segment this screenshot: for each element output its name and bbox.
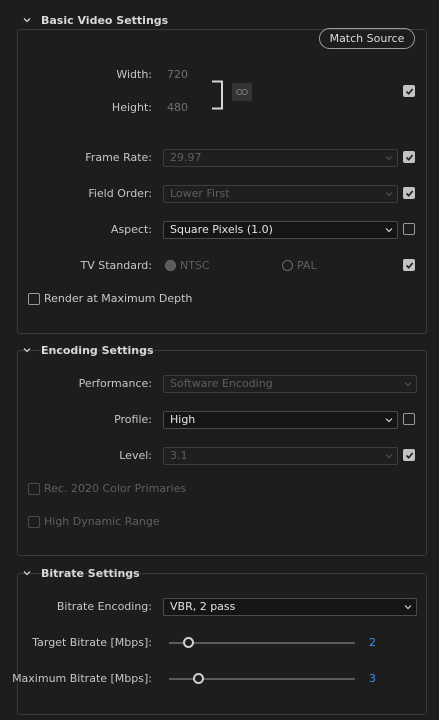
- chevron-down-icon[interactable]: [22, 345, 32, 355]
- target-bitrate-slider-handle[interactable]: [183, 637, 194, 648]
- field-order-select[interactable]: Lower First: [163, 185, 398, 203]
- chevron-down-icon[interactable]: [22, 568, 32, 578]
- pal-label: PAL: [297, 259, 317, 272]
- chevron-down-icon[interactable]: [22, 15, 32, 25]
- field-order-value: Lower First: [170, 187, 230, 200]
- tv-standard-label: TV Standard:: [80, 259, 153, 272]
- field-order-label: Field Order:: [88, 187, 152, 200]
- performance-label: Performance:: [78, 377, 152, 390]
- checkmark-icon: [405, 154, 414, 161]
- hdr-label: High Dynamic Range: [44, 515, 160, 528]
- checkmark-icon: [405, 452, 414, 459]
- performance-select[interactable]: Software Encoding: [163, 375, 417, 393]
- encoding-settings-header[interactable]: Encoding Settings: [0, 340, 439, 362]
- section-title: Basic Video Settings: [41, 14, 169, 27]
- checkmark-icon: [405, 190, 414, 197]
- target-bitrate-value[interactable]: 2: [369, 636, 376, 649]
- aspect-label: Aspect:: [110, 223, 152, 236]
- checkmark-icon: [405, 262, 414, 269]
- max-bitrate-label: Maximum Bitrate [Mbps]:: [12, 672, 152, 685]
- section-title: Encoding Settings: [41, 344, 154, 357]
- chevron-down-icon: [404, 382, 412, 387]
- link-dimensions-button[interactable]: [232, 83, 252, 101]
- frame-rate-label: Frame Rate:: [85, 151, 152, 164]
- bitrate-encoding-label: Bitrate Encoding:: [56, 600, 152, 613]
- profile-value: High: [170, 413, 196, 426]
- field-order-checkbox[interactable]: [403, 187, 415, 199]
- frame-rate-value: 29.97: [170, 151, 202, 164]
- level-value: 3.1: [170, 449, 188, 462]
- link-chain-icon: [236, 88, 248, 96]
- max-bitrate-slider-handle[interactable]: [193, 673, 204, 684]
- render-max-depth-checkbox[interactable]: [28, 293, 40, 305]
- pal-radio[interactable]: [282, 260, 293, 271]
- ntsc-radio[interactable]: [165, 260, 176, 271]
- chevron-down-icon: [385, 454, 393, 459]
- target-bitrate-label: Target Bitrate [Mbps]:: [32, 636, 152, 649]
- profile-checkbox[interactable]: [403, 413, 415, 425]
- level-checkbox[interactable]: [403, 449, 415, 461]
- bitrate-encoding-value: VBR, 2 pass: [170, 600, 236, 613]
- aspect-value: Square Pixels (1.0): [170, 223, 273, 236]
- ntsc-label: NTSC: [180, 259, 210, 272]
- hdr-checkbox[interactable]: [28, 516, 40, 528]
- profile-select[interactable]: High: [163, 411, 398, 429]
- level-select[interactable]: 3.1: [163, 447, 398, 465]
- aspect-checkbox[interactable]: [403, 223, 415, 235]
- section-title: Bitrate Settings: [41, 567, 140, 580]
- rec2020-checkbox[interactable]: [28, 483, 40, 495]
- chevron-down-icon: [404, 605, 412, 610]
- chevron-down-icon: [385, 192, 393, 197]
- width-value[interactable]: 720: [167, 68, 188, 81]
- frame-rate-select[interactable]: 29.97: [163, 149, 398, 167]
- bitrate-encoding-select[interactable]: VBR, 2 pass: [163, 598, 417, 616]
- profile-label: Profile:: [114, 413, 152, 426]
- chevron-down-icon: [385, 418, 393, 423]
- match-source-button[interactable]: Match Source: [319, 28, 415, 49]
- aspect-select[interactable]: Square Pixels (1.0): [163, 221, 398, 239]
- target-bitrate-slider-track[interactable]: [169, 642, 355, 644]
- dimensions-checkbox[interactable]: [403, 85, 415, 97]
- basic-video-settings-panel: [17, 29, 427, 334]
- chevron-down-icon: [385, 156, 393, 161]
- tv-standard-checkbox[interactable]: [403, 259, 415, 271]
- constrain-bracket-icon: [212, 80, 223, 110]
- width-label: Width:: [116, 68, 152, 81]
- level-label: Level:: [119, 449, 152, 462]
- height-label: Height:: [111, 101, 152, 114]
- performance-value: Software Encoding: [170, 377, 273, 390]
- height-value[interactable]: 480: [167, 101, 188, 114]
- rec2020-label: Rec. 2020 Color Primaries: [44, 482, 187, 495]
- chevron-down-icon: [385, 228, 393, 233]
- frame-rate-checkbox[interactable]: [403, 151, 415, 163]
- render-max-depth-label: Render at Maximum Depth: [44, 292, 193, 305]
- bitrate-settings-header[interactable]: Bitrate Settings: [0, 563, 439, 585]
- checkmark-icon: [405, 88, 414, 95]
- max-bitrate-value[interactable]: 3: [369, 672, 376, 685]
